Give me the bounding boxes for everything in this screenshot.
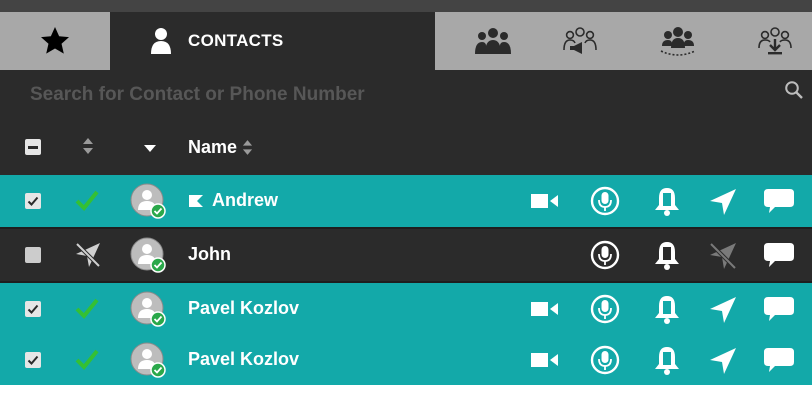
location-icon[interactable]	[708, 346, 738, 376]
name-column-label: Name	[188, 137, 238, 157]
chat-icon[interactable]	[763, 346, 795, 374]
tab-bar: CONTACTS	[0, 0, 812, 70]
online-status-icon	[75, 298, 99, 319]
search-icon[interactable]	[784, 80, 804, 100]
search-bar	[0, 70, 812, 119]
tab-dispatch-groups[interactable]	[655, 12, 701, 70]
avatar	[130, 291, 166, 327]
person-icon	[151, 28, 171, 54]
tab-contacts-label: CONTACTS	[188, 31, 284, 50]
video-call-icon[interactable]	[530, 299, 560, 319]
contact-name: John	[188, 244, 231, 264]
contact-name: Pavel Kozlov	[188, 349, 300, 369]
tab-contacts[interactable]: CONTACTS	[110, 12, 435, 70]
online-status-icon	[75, 190, 99, 211]
avatar	[130, 183, 166, 219]
chat-icon[interactable]	[763, 187, 795, 215]
sort-status-icon[interactable]	[82, 137, 94, 155]
contact-row[interactable]: Pavel Kozlov	[0, 283, 812, 335]
microphone-icon[interactable]	[589, 185, 621, 217]
chat-icon[interactable]	[763, 241, 795, 269]
microphone-icon[interactable]	[589, 293, 621, 325]
contact-name: Andrew	[188, 190, 278, 211]
download-group-icon	[758, 27, 792, 55]
indeterminate-mark	[28, 145, 38, 149]
video-call-icon[interactable]	[530, 350, 560, 370]
row-checkbox[interactable]	[25, 352, 41, 368]
tab-favorites[interactable]	[0, 12, 110, 70]
row-checkbox[interactable]	[25, 247, 41, 263]
contact-name: Pavel Kozlov	[188, 298, 300, 318]
contacts-panel: CONTACTS Search for Contact or Phone Num…	[0, 0, 812, 385]
dispatch-group-icon	[660, 27, 696, 56]
select-all-checkbox[interactable]	[25, 139, 41, 155]
star-icon	[41, 27, 69, 54]
bell-icon[interactable]	[652, 344, 682, 376]
avatar	[130, 342, 166, 378]
tab-broadcast-groups[interactable]	[557, 12, 603, 70]
video-call-icon[interactable]	[530, 191, 560, 211]
online-status-icon	[75, 349, 99, 370]
check-icon	[27, 196, 39, 206]
location-icon[interactable]	[708, 295, 738, 325]
sort-name-icon	[242, 140, 253, 155]
group-icon	[475, 28, 511, 54]
row-checkbox[interactable]	[25, 301, 41, 317]
bell-icon[interactable]	[652, 293, 682, 325]
row-checkbox[interactable]	[25, 193, 41, 209]
bell-icon[interactable]	[652, 239, 682, 271]
location-off-icon[interactable]	[708, 241, 738, 271]
broadcast-group-icon	[563, 27, 597, 54]
microphone-icon[interactable]	[589, 239, 621, 271]
check-icon	[27, 304, 39, 314]
chevron-down-icon[interactable]	[143, 143, 157, 153]
bell-icon[interactable]	[652, 185, 682, 217]
avatar	[130, 237, 166, 273]
tab-groups[interactable]	[470, 12, 516, 70]
location-icon[interactable]	[708, 187, 738, 217]
list-header: Name	[0, 119, 812, 175]
chat-icon[interactable]	[763, 295, 795, 323]
location-off-icon	[75, 242, 101, 268]
contact-row[interactable]: Andrew	[0, 175, 812, 227]
contact-row[interactable]: Pavel Kozlov	[0, 334, 812, 385]
microphone-icon[interactable]	[589, 344, 621, 376]
search-input[interactable]	[30, 80, 770, 110]
tab-download-groups[interactable]	[752, 12, 798, 70]
flag-icon	[189, 194, 203, 207]
check-icon	[27, 355, 39, 365]
name-column-header[interactable]: Name	[188, 137, 253, 158]
contact-row[interactable]: John	[0, 229, 812, 281]
